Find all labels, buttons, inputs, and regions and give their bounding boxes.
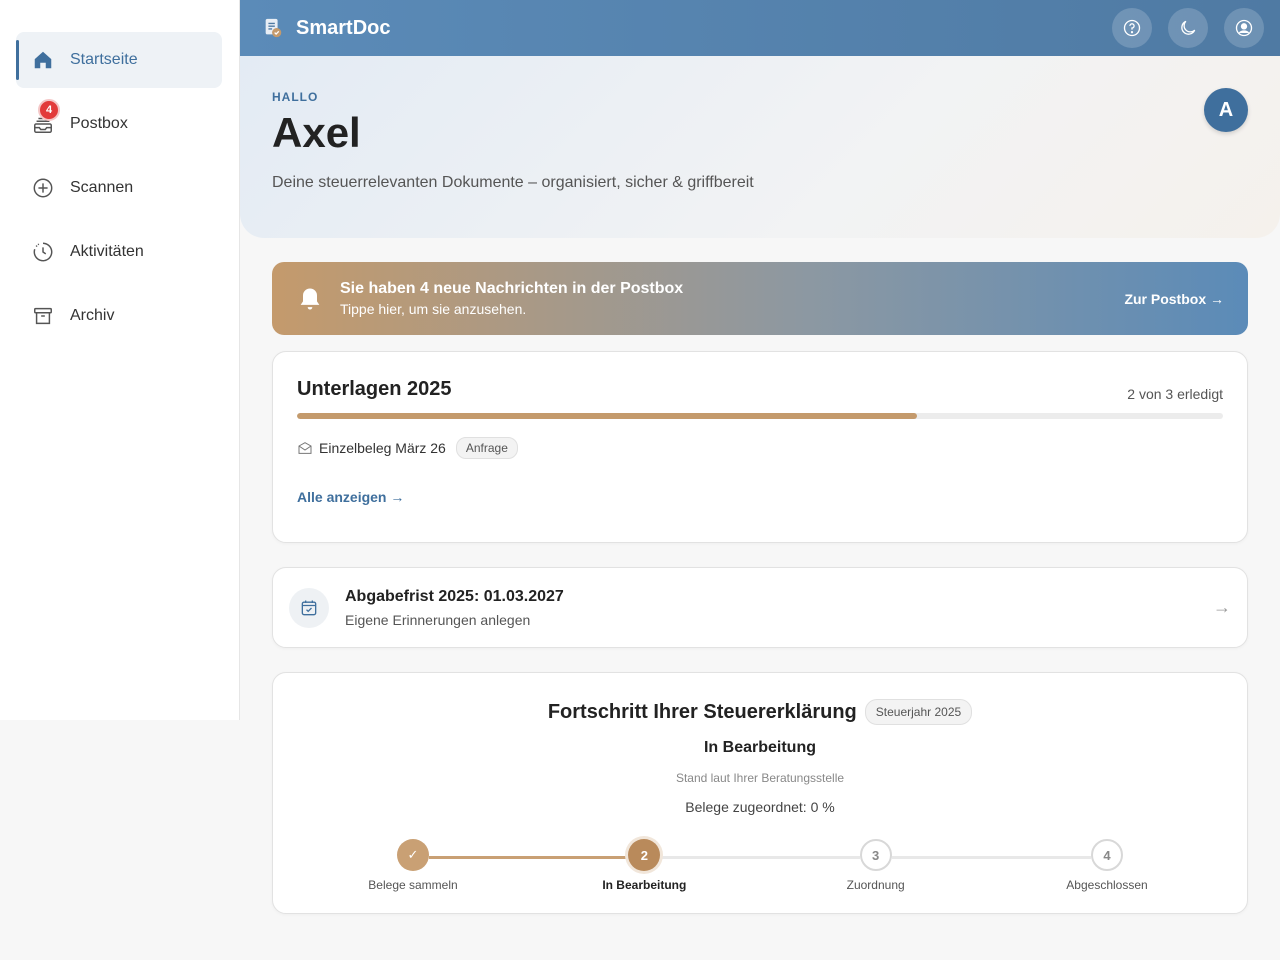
dark-mode-button[interactable] bbox=[1168, 8, 1208, 48]
plus-circle-icon bbox=[32, 177, 54, 199]
step-label: Belege sammeln bbox=[368, 878, 458, 892]
calendar-icon-wrap bbox=[289, 587, 329, 628]
top-bar: SmartDoc bbox=[240, 0, 1280, 56]
sidebar-item-label: Aktivitäten bbox=[70, 243, 144, 260]
sidebar: Startseite 4 Postbox Scannen Aktivitäten… bbox=[0, 0, 240, 720]
hero-subtitle: Deine steuerrelevanten Dokumente – organ… bbox=[272, 174, 754, 192]
tax-progress-card: Fortschritt Ihrer Steuererklärung Steuer… bbox=[272, 672, 1248, 914]
inbox-icon: 4 bbox=[32, 99, 60, 135]
documents-count: 2 von 3 erledigt bbox=[1127, 386, 1223, 402]
step-marker: 4 bbox=[1091, 839, 1123, 871]
help-icon bbox=[1123, 19, 1141, 37]
documents-progress-bar bbox=[297, 413, 1223, 419]
clock-icon bbox=[32, 241, 54, 263]
step-belege-sammeln: ✓ Belege sammeln bbox=[358, 839, 468, 892]
greeting-label: HALLO bbox=[272, 90, 319, 104]
documents-title: Unterlagen 2025 bbox=[297, 378, 452, 400]
tax-progress-title: Fortschritt Ihrer Steuererklärung bbox=[547, 700, 857, 723]
sidebar-item-archiv[interactable]: Archiv bbox=[16, 288, 222, 344]
step-marker: ✓ bbox=[397, 839, 429, 871]
step-marker: 3 bbox=[859, 839, 892, 871]
header-actions bbox=[1112, 8, 1264, 48]
tax-progress-status: In Bearbeitung bbox=[703, 739, 816, 756]
moon-icon bbox=[1181, 20, 1196, 35]
documents-progress-fill bbox=[297, 413, 918, 419]
step-in-bearbeitung: 2 In Bearbeitung bbox=[589, 839, 699, 892]
deadline-title: Abgabefrist 2025: 01.03.2027 bbox=[345, 587, 564, 605]
user-name: Axel bbox=[272, 109, 361, 156]
user-icon bbox=[1235, 19, 1253, 37]
documents-assigned-label: Belege zugeordnet: 0 % bbox=[685, 799, 835, 815]
postbox-notification-banner[interactable]: Sie haben 4 neue Nachrichten in der Post… bbox=[272, 262, 1248, 335]
progress-stepper: ✓ Belege sammeln 2 In Bearbeitung 3 Zuor… bbox=[368, 839, 1148, 899]
tax-progress-note: Stand laut Ihrer Beratungsstelle bbox=[675, 771, 845, 785]
show-all-link[interactable]: Alle anzeigen → bbox=[297, 489, 404, 505]
go-to-postbox-link[interactable]: Zur Postbox → bbox=[1124, 291, 1224, 307]
documents-card: Unterlagen 2025 2 von 3 erledigt Einzelb… bbox=[272, 351, 1248, 543]
deadline-subtitle: Eigene Erinnerungen anlegen bbox=[345, 611, 531, 628]
banner-title: Sie haben 4 neue Nachrichten in der Post… bbox=[340, 280, 684, 297]
document-item-tag: Anfrage bbox=[455, 437, 518, 459]
home-icon bbox=[32, 49, 54, 71]
profile-button[interactable] bbox=[1224, 8, 1264, 48]
step-zuordnung: 3 Zuordnung bbox=[821, 839, 931, 892]
app-logo[interactable]: SmartDoc bbox=[262, 17, 390, 40]
welcome-hero: HALLO Axel Deine steuerrelevanten Dokume… bbox=[240, 56, 1280, 238]
arrow-right-icon: → bbox=[1213, 597, 1231, 617]
document-item-label: Einzelbeleg März 26 bbox=[319, 440, 446, 456]
step-label: Zuordnung bbox=[846, 878, 905, 892]
app-title: SmartDoc bbox=[296, 16, 391, 39]
sidebar-item-label: Archiv bbox=[70, 307, 115, 324]
help-button[interactable] bbox=[1112, 8, 1152, 48]
archive-icon bbox=[32, 305, 54, 327]
envelope-icon bbox=[298, 442, 312, 454]
sidebar-item-scannen[interactable]: Scannen bbox=[16, 160, 222, 216]
sidebar-item-label: Scannen bbox=[70, 179, 134, 196]
sidebar-item-aktivitaeten[interactable]: Aktivitäten bbox=[16, 224, 222, 280]
sidebar-item-postbox[interactable]: 4 Postbox bbox=[16, 96, 222, 152]
tax-year-tag: Steuerjahr 2025 bbox=[864, 699, 973, 725]
step-label: In Bearbeitung bbox=[602, 878, 687, 892]
sidebar-item-startseite[interactable]: Startseite bbox=[16, 32, 222, 88]
sidebar-item-label: Startseite bbox=[70, 51, 138, 68]
document-logo-icon bbox=[265, 18, 282, 38]
postbox-badge: 4 bbox=[38, 99, 60, 121]
step-label: Abgeschlossen bbox=[1066, 878, 1148, 892]
calendar-icon bbox=[301, 600, 317, 615]
bell-icon bbox=[300, 288, 320, 309]
banner-subtitle: Tippe hier, um sie anzusehen. bbox=[340, 301, 527, 317]
step-marker: 2 bbox=[628, 839, 661, 871]
step-abgeschlossen: 4 Abgeschlossen bbox=[1052, 839, 1162, 892]
sidebar-item-label: Postbox bbox=[70, 115, 128, 132]
deadline-card[interactable]: Abgabefrist 2025: 01.03.2027 Eigene Erin… bbox=[272, 567, 1248, 648]
list-item[interactable]: Einzelbeleg März 26 Anfrage bbox=[297, 437, 1223, 459]
avatar[interactable]: A bbox=[1204, 88, 1248, 132]
